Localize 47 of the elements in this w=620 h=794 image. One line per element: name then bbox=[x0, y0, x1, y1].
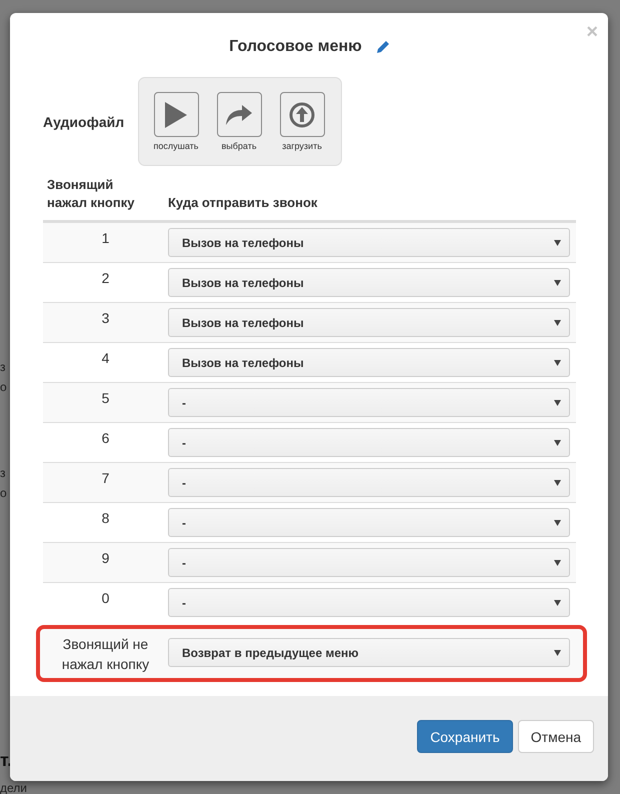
caret-icon bbox=[554, 280, 561, 286]
caret-icon bbox=[554, 480, 561, 486]
destination-select[interactable]: - bbox=[168, 468, 570, 497]
key-cell-text: 7 bbox=[100, 469, 110, 486]
share-arrow-icon bbox=[226, 104, 252, 124]
key-cell-text: 2 bbox=[100, 269, 110, 286]
key-cell-text: 6 bbox=[100, 429, 110, 446]
upload-icon bbox=[289, 102, 315, 128]
destination-select[interactable]: Вызов на телефоны bbox=[168, 348, 570, 377]
cancel-button[interactable]: Отмена bbox=[518, 720, 594, 753]
destination-select[interactable]: Вызов на телефоны bbox=[168, 308, 570, 337]
caret-icon bbox=[554, 440, 561, 446]
caret-icon bbox=[554, 320, 561, 326]
key-cell-text: 8 bbox=[100, 509, 110, 526]
caret-icon bbox=[554, 400, 561, 406]
save-button[interactable]: Сохранить bbox=[417, 720, 513, 753]
caret-icon bbox=[554, 560, 561, 566]
caret-icon bbox=[554, 240, 561, 246]
play-icon bbox=[165, 102, 187, 128]
key-cell-text: 4 bbox=[100, 349, 110, 366]
destination-select[interactable]: - bbox=[168, 548, 570, 577]
destination-select[interactable]: - bbox=[168, 588, 570, 617]
audio-label: Аудиофайл bbox=[43, 114, 126, 130]
caret-icon bbox=[554, 360, 561, 366]
dialog-title: Голосовое меню bbox=[229, 38, 362, 56]
background-text: з bbox=[0, 466, 7, 480]
caret-icon bbox=[554, 650, 561, 656]
destination-select[interactable]: - bbox=[168, 428, 570, 457]
key-cell-text: Звонящий не нажал кнопку bbox=[60, 635, 150, 674]
background-text: о bbox=[0, 380, 8, 394]
destination-select[interactable]: - bbox=[168, 508, 570, 537]
key-cell-text: 9 bbox=[100, 549, 110, 566]
destination-select[interactable]: - bbox=[168, 388, 570, 417]
column-header: Куда отправить звонок bbox=[168, 194, 318, 212]
destination-select[interactable]: Вызов на телефоны bbox=[168, 228, 570, 257]
key-cell-text: 0 bbox=[100, 589, 110, 606]
destination-select[interactable]: Вызов на телефоны bbox=[168, 268, 570, 297]
key-cell-text: 5 bbox=[100, 389, 110, 406]
destination-select[interactable]: Возврат в предыдущее меню bbox=[168, 638, 570, 667]
column-header: Звонящий нажал кнопку bbox=[47, 176, 136, 212]
key-cell-text: 1 bbox=[100, 229, 110, 246]
caret-icon bbox=[554, 520, 561, 526]
caret-icon bbox=[554, 600, 561, 606]
background-text: з bbox=[0, 360, 7, 374]
key-cell-text: 3 bbox=[100, 309, 110, 326]
background-text: о bbox=[0, 486, 8, 500]
pencil-icon[interactable] bbox=[376, 40, 390, 54]
